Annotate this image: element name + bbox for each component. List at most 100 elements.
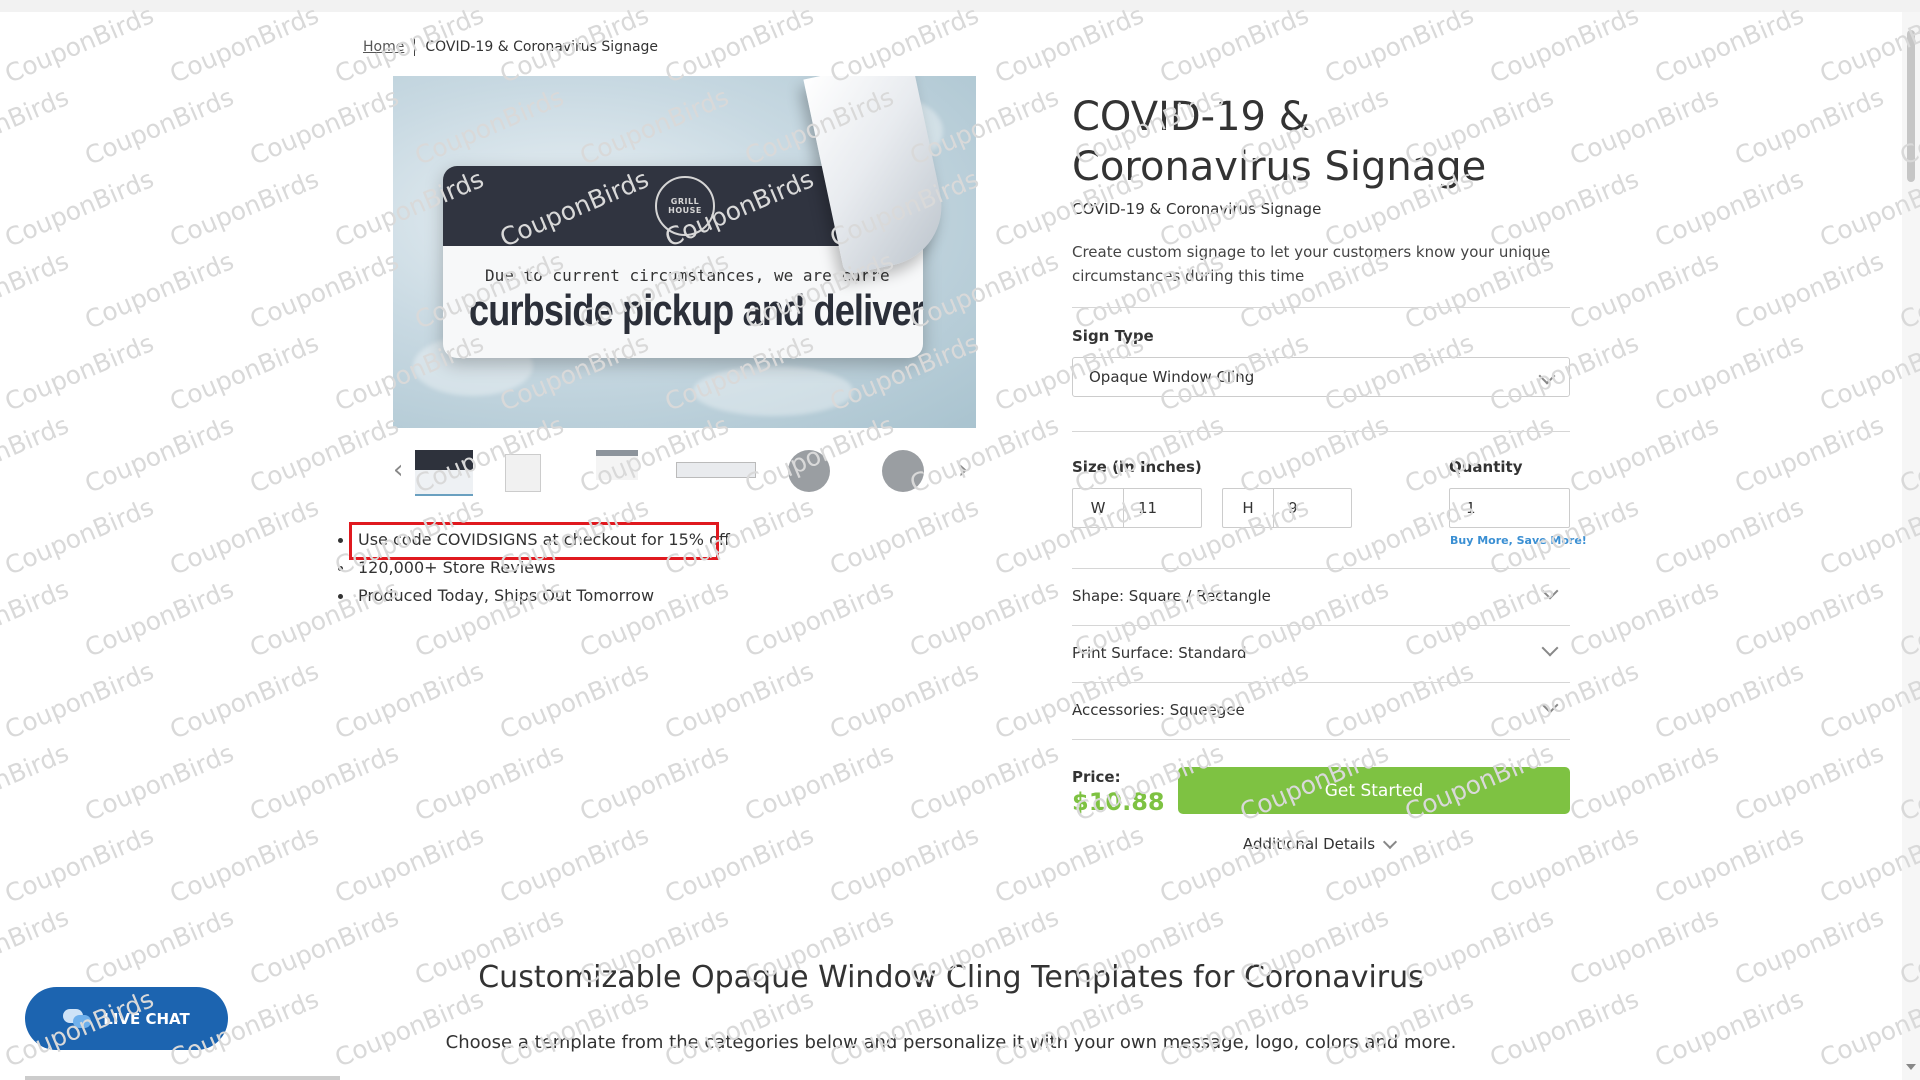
footer-bar [25, 1076, 340, 1080]
sign-type-select[interactable]: Opaque Window Cling [1072, 357, 1570, 397]
watermark-text: CouponBirds [165, 820, 323, 909]
thumbnail-1[interactable] [415, 450, 473, 496]
watermark-text: CouponBirds [165, 328, 323, 417]
watermark-text: CouponBirds [1400, 410, 1558, 499]
grill-house-logo: GRILL HOUSE [655, 176, 715, 236]
height-field[interactable]: H 9 [1222, 488, 1352, 528]
watermark-text: CouponBirds [1650, 656, 1808, 745]
sign-type-label: Sign Type [1072, 327, 1154, 345]
divider [1072, 307, 1570, 308]
price-label: Price: [1072, 768, 1121, 786]
watermark-text: CouponBirds [0, 82, 73, 171]
watermark-text: CouponBirds [1155, 820, 1313, 909]
watermark-text: CouponBirds [0, 492, 158, 581]
watermark-text: CouponBirds [330, 820, 488, 909]
scrollbar-thumb[interactable] [1907, 30, 1915, 182]
live-chat-button[interactable]: LIVE CHAT [25, 987, 228, 1050]
thumbnail-4[interactable] [676, 462, 756, 478]
scroll-down-arrow-icon[interactable] [1906, 1064, 1916, 1070]
watermark-text: CouponBirds [1565, 574, 1723, 663]
sign-text-line1: Due to current circumstances, we are cur… [485, 266, 890, 285]
buy-more-link[interactable]: Buy More, Save More! [1450, 534, 1587, 547]
watermark-text: CouponBirds [245, 410, 403, 499]
sign-text-line2: curbside pickup and delivery [469, 286, 923, 335]
watermark-text: CouponBirds [0, 574, 73, 663]
additional-details-toggle[interactable]: Additional Details [1243, 834, 1398, 853]
watermark-text: CouponBirds [1565, 82, 1723, 171]
breadcrumb-home-link[interactable]: Home [363, 39, 404, 55]
watermark-text: CouponBirds [660, 656, 818, 745]
templates-section-title: Customizable Opaque Window Cling Templat… [478, 960, 1424, 995]
accessories-accordion[interactable]: Accessories: Squeegee [1072, 683, 1570, 739]
watermark-text: CouponBirds [1650, 984, 1808, 1073]
watermark-text: CouponBirds [410, 738, 568, 827]
watermark-text: CouponBirds [0, 164, 158, 253]
divider [1072, 431, 1570, 432]
thumbnail-6[interactable] [882, 450, 924, 492]
accessories-label: Accessories: Squeegee [1072, 701, 1245, 719]
breadcrumb: Home COVID-19 & Coronavirus Signage [363, 38, 658, 56]
watermark-text: CouponBirds [905, 574, 1063, 663]
watermark-text: CouponBirds [165, 492, 323, 581]
watermark-text: CouponBirds [1730, 82, 1888, 171]
watermark-text: CouponBirds [1650, 820, 1808, 909]
breadcrumb-separator [414, 38, 416, 56]
height-value[interactable]: 9 [1274, 489, 1351, 527]
width-field[interactable]: W 11 [1072, 488, 1202, 528]
watermark-text: CouponBirds [245, 246, 403, 335]
watermark-text: CouponBirds [990, 0, 1148, 89]
watermark-text: CouponBirds [575, 738, 733, 827]
watermark-text: CouponBirds [825, 492, 983, 581]
get-started-button[interactable]: Get Started [1178, 767, 1570, 814]
print-surface-accordion[interactable]: Print Surface: Standard [1072, 626, 1570, 682]
watermark-text: CouponBirds [1320, 0, 1478, 89]
chevron-left-icon[interactable]: ‹ [393, 457, 403, 483]
watermark-text: CouponBirds [80, 82, 238, 171]
watermark-text: CouponBirds [1485, 984, 1643, 1073]
watermark-text: CouponBirds [825, 656, 983, 745]
watermark-text: CouponBirds [1650, 164, 1808, 253]
watermark-text: CouponBirds [1730, 738, 1888, 827]
width-value[interactable]: 11 [1124, 489, 1201, 527]
browser-top-strip [0, 0, 1920, 12]
watermark-text: CouponBirds [905, 738, 1063, 827]
shape-accordion[interactable]: Shape: Square / Rectangle [1072, 569, 1570, 625]
watermark-text: CouponBirds [990, 820, 1148, 909]
sign-type-value: Opaque Window Cling [1089, 368, 1255, 386]
watermark-text: CouponBirds [330, 984, 488, 1073]
watermark-text: CouponBirds [0, 328, 158, 417]
chevron-right-icon[interactable]: › [958, 457, 968, 483]
watermark-text: CouponBirds [1650, 328, 1808, 417]
watermark-text: CouponBirds [1565, 410, 1723, 499]
thumbnail-2[interactable] [505, 454, 541, 492]
thumbnail-5[interactable] [788, 450, 830, 492]
watermark-text: CouponBirds [1650, 0, 1808, 89]
watermark-text: CouponBirds [1650, 492, 1808, 581]
watermark-text: CouponBirds [1155, 984, 1313, 1073]
watermark-text: CouponBirds [0, 820, 158, 909]
chevron-down-icon [1541, 696, 1559, 714]
watermark-text: CouponBirds [165, 164, 323, 253]
thumbnail-3[interactable] [596, 450, 638, 480]
live-chat-label: LIVE CHAT [103, 1009, 190, 1028]
watermark-text: CouponBirds [1485, 0, 1643, 89]
additional-details-label: Additional Details [1243, 835, 1376, 853]
height-prefix: H [1223, 489, 1274, 527]
chevron-down-icon [1541, 582, 1559, 600]
divider [1072, 739, 1570, 740]
watermark-text: CouponBirds [1070, 410, 1228, 499]
watermark-text: CouponBirds [165, 0, 323, 89]
watermark-text: CouponBirds [245, 738, 403, 827]
quantity-label: Quantity [1449, 458, 1523, 476]
shape-label: Shape: Square / Rectangle [1072, 587, 1271, 605]
watermark-text: CouponBirds [80, 738, 238, 827]
product-description: Create custom signage to let your custom… [1072, 243, 1551, 285]
product-hero-image[interactable]: GRILL HOUSE Due to current circumstances… [393, 76, 976, 428]
watermark-text: CouponBirds [0, 246, 73, 335]
bullet-shipping: Produced Today, Ships Out Tomorrow [338, 582, 730, 610]
watermark-text: CouponBirds [990, 984, 1148, 1073]
quantity-input[interactable]: 1 [1449, 488, 1570, 528]
size-label: Size (in Inches) [1072, 458, 1202, 476]
chevron-down-icon [1538, 367, 1556, 385]
templates-section-subtitle: Choose a template from the categories be… [445, 1032, 1457, 1053]
